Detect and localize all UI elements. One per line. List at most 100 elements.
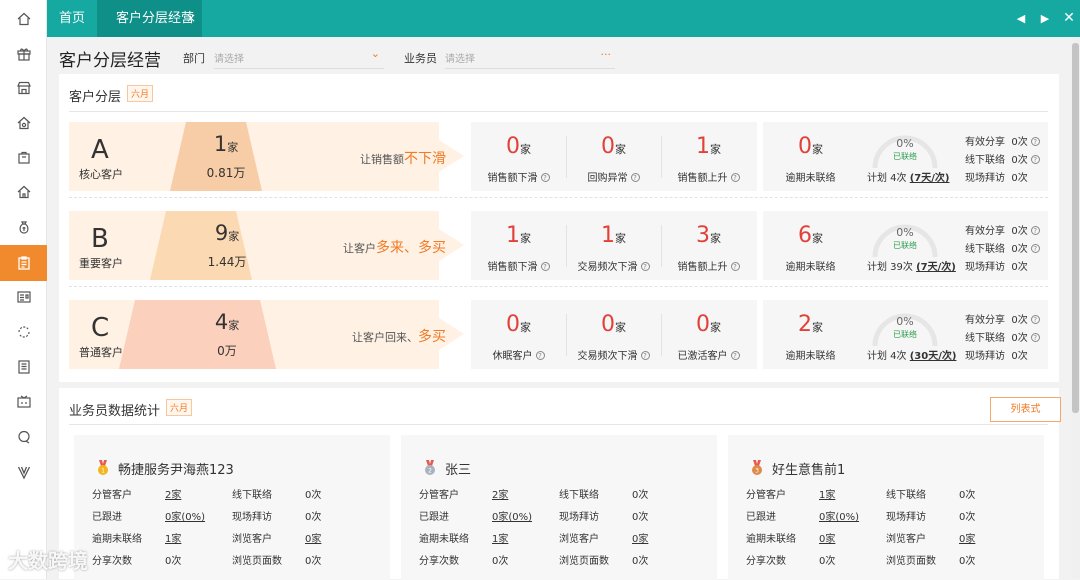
help-icon[interactable]: ? (1030, 333, 1040, 342)
money-bag-icon[interactable] (0, 210, 47, 244)
slogan-highlight: 多买 (418, 329, 446, 345)
metric-1[interactable]: 0家 交易频次下滑? (566, 300, 661, 369)
stat-link[interactable]: 0家(0%) (165, 508, 205, 523)
help-icon[interactable]: ? (1030, 315, 1040, 324)
overdue-metric[interactable]: 2家 逾期未联络 (763, 300, 858, 369)
salesperson-name: 张三 (445, 463, 472, 478)
help-icon[interactable]: ? (540, 262, 550, 271)
home-icon[interactable] (0, 2, 47, 36)
separator (661, 136, 662, 178)
metric-2[interactable]: 3家 销售额上升? (661, 211, 756, 280)
metric-label-wrap: 销售额下滑? (471, 258, 566, 273)
document-icon[interactable] (0, 350, 47, 384)
stat-value: 0次 (1011, 226, 1028, 237)
help-icon[interactable]: ? (540, 173, 550, 182)
stat-value: 0次 (959, 490, 976, 501)
stat-key: 浏览客户 (886, 534, 926, 545)
chat-icon[interactable] (0, 420, 47, 454)
salesperson-name: 畅捷服务尹海燕123 (118, 463, 234, 478)
stat-link[interactable]: 2家 (492, 486, 508, 501)
metric-0[interactable]: 1家 销售额下滑? (471, 211, 566, 280)
tier-count[interactable]: 4家 (187, 310, 267, 334)
tier-count[interactable]: 9家 (187, 221, 267, 245)
stat-key: 逾期未联络 (746, 534, 796, 545)
help-icon[interactable]: ? (1030, 226, 1040, 235)
stat-link[interactable]: 0家 (959, 530, 975, 545)
help-icon[interactable]: ? (730, 262, 740, 271)
building-icon[interactable] (0, 175, 47, 209)
metric-0[interactable]: 0家 销售额下滑? (471, 122, 566, 191)
metric-value: 1 (506, 223, 520, 248)
plan-link[interactable]: (7天/次) (916, 262, 956, 273)
metric-1[interactable]: 1家 交易频次下滑? (566, 211, 661, 280)
stat-value: 0次 (1011, 244, 1028, 255)
sales-select[interactable]: 请选择 ··· (445, 48, 615, 69)
help-icon[interactable]: ? (730, 173, 740, 182)
dept-select[interactable]: 请选择 ⌄ (214, 47, 384, 69)
help-icon[interactable]: ? (1030, 244, 1040, 253)
tiering-title: 客户分层 (69, 90, 122, 105)
stat-link[interactable]: 0家(0%) (819, 508, 859, 523)
close-all-icon[interactable]: ✕ (1057, 5, 1080, 31)
help-icon[interactable]: ? (535, 351, 545, 360)
gift-icon[interactable] (0, 37, 47, 71)
v-icon[interactable] (0, 455, 47, 489)
stat-link[interactable]: 0家 (632, 530, 648, 545)
svg-text:2: 2 (428, 468, 432, 475)
overdue-metric[interactable]: 6家 逾期未联络 (763, 211, 858, 280)
stat-key: 浏览页面数 (886, 556, 936, 567)
metric-label: 销售额上升 (677, 262, 728, 273)
settings-house-icon[interactable] (0, 106, 47, 140)
metric-value: 1 (601, 223, 615, 248)
overdue-label: 逾期未联络 (785, 351, 836, 362)
metric-label: 回购异常 (587, 173, 628, 184)
slogan-highlight: 不下滑 (404, 151, 446, 167)
tier-count[interactable]: 1家 (186, 132, 266, 156)
metric-label-wrap: 休眠客户? (471, 347, 566, 362)
metric-2[interactable]: 1家 销售额上升? (661, 122, 756, 191)
stat-link[interactable]: 1家 (492, 530, 508, 545)
metric-1[interactable]: 0家 回购异常? (566, 122, 661, 191)
stat-link[interactable]: 0家 (305, 530, 321, 545)
card-icon[interactable] (0, 280, 47, 314)
store-icon[interactable] (0, 71, 47, 105)
stat-label: 线下联络 (965, 244, 1005, 255)
plan-link[interactable]: (7天/次) (910, 173, 950, 184)
plan-link[interactable]: (30天/次) (910, 351, 957, 362)
stat-link[interactable]: 0家(0%) (492, 508, 532, 523)
tier-row-c: C 普通客户 4家 0万 让客户回来、多买 0家 休眠客户? 0家 交易频次下滑? 0家 已激活客户… (69, 300, 1048, 369)
tab-close-icon[interactable]: × (186, 0, 196, 37)
help-icon[interactable]: ? (640, 351, 650, 360)
refresh-circle-icon[interactable] (0, 315, 47, 349)
clipboard-icon[interactable] (0, 245, 47, 281)
stat-link[interactable]: 1家 (165, 530, 181, 545)
overdue-metric[interactable]: 0家 逾期未联络 (763, 122, 858, 191)
plan-label: 计划 4次 (867, 351, 910, 362)
list-view-button[interactable]: 列表式 (990, 397, 1061, 422)
help-icon[interactable]: ? (640, 262, 650, 271)
scroll-left-icon[interactable]: ◀ (1009, 5, 1033, 31)
medal-icon: 2 (425, 460, 435, 475)
stat-value: 0次 (1011, 137, 1028, 148)
tv-icon[interactable] (0, 385, 47, 419)
metric-0[interactable]: 0家 休眠客户? (471, 300, 566, 369)
metric-label-wrap: 交易频次下滑? (566, 258, 661, 273)
contact-stat: 有效分享 0次? (965, 311, 1040, 326)
help-icon[interactable]: ? (1030, 155, 1040, 164)
tab-customer-tiering[interactable]: 客户分层经营 × (97, 0, 202, 37)
help-icon[interactable]: ? (730, 351, 740, 360)
scroll-right-icon[interactable]: ▶ (1033, 5, 1057, 31)
metric-2[interactable]: 0家 已激活客户? (661, 300, 756, 369)
tab-home[interactable]: 首页 (47, 0, 97, 37)
help-icon[interactable]: ? (1030, 137, 1040, 146)
bag-icon[interactable] (0, 140, 47, 174)
slogan-text: 让客户回来、 (352, 331, 418, 344)
help-icon[interactable]: ? (630, 173, 640, 182)
scrollbar-thumb[interactable] (1072, 43, 1079, 413)
stat-link-value: 2家 (492, 490, 509, 501)
stat-link[interactable]: 0家 (819, 530, 835, 545)
vertical-scrollbar[interactable] (1071, 37, 1080, 579)
stat-link[interactable]: 1家 (819, 486, 835, 501)
stat-key: 浏览客户 (559, 534, 599, 545)
stat-link[interactable]: 2家 (165, 486, 181, 501)
